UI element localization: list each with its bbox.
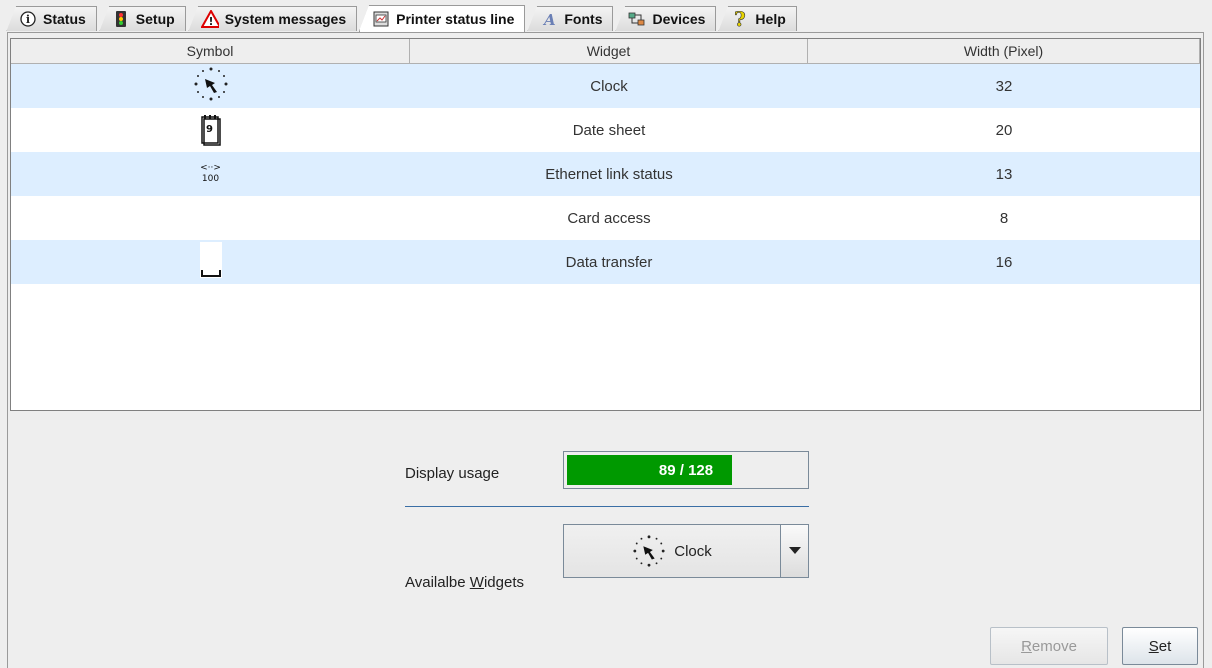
remove-button[interactable]: Remove [990, 627, 1108, 665]
ethernet-icon: <··> 100 [200, 163, 221, 185]
available-widgets-combobox[interactable]: Clock [563, 524, 809, 578]
date-sheet-day: 9 [206, 124, 213, 135]
set-label: et [1158, 637, 1172, 655]
width-cell: 32 [995, 77, 1013, 95]
width-cell: 20 [995, 121, 1013, 139]
label-prefix: Availalbe [405, 574, 470, 591]
printer-status-icon [372, 10, 390, 28]
font-icon: A [540, 10, 558, 28]
set-button[interactable]: Set [1122, 627, 1198, 665]
tab-label: Help [755, 11, 786, 27]
widget-name-cell: Clock [590, 77, 628, 95]
display-usage-text: 89 / 128 [658, 461, 714, 479]
tab-system-messages[interactable]: ! System messages [187, 6, 358, 32]
ethernet-speed: 100 [201, 174, 220, 184]
widget-name-cell: Data transfer [565, 253, 653, 271]
table-row[interactable]: Card access 8 [11, 196, 1200, 240]
label-mnemonic: W [469, 574, 484, 591]
combobox-selected-label: Clock [674, 542, 712, 560]
info-icon: i [19, 10, 37, 28]
symbol-cell [11, 196, 410, 240]
tab-label: Setup [135, 11, 175, 27]
table-header: Symbol Widget Width (Pixel) [11, 39, 1200, 64]
svg-text:i: i [26, 13, 30, 26]
chevron-down-icon [788, 543, 801, 559]
width-cell: 8 [999, 209, 1009, 227]
widget-name-cell: Ethernet link status [545, 165, 673, 183]
clock-icon [193, 66, 229, 106]
svg-text:!: ! [208, 15, 213, 28]
ethernet-arrows: <··> [200, 163, 221, 173]
tab-help[interactable]: ? Help [718, 6, 797, 32]
widget-table: Symbol Widget Width (Pixel) Clock 32 9 D… [10, 38, 1201, 411]
column-header-width[interactable]: Width (Pixel) [808, 39, 1200, 63]
tab-strip: i Status Setup ! System messages Printer… [0, 0, 1212, 32]
table-row[interactable]: 9 Date sheet 20 [11, 108, 1200, 152]
tab-label: Fonts [564, 11, 603, 27]
combobox-dropdown-button[interactable] [780, 525, 808, 577]
date-sheet-icon: 9 [200, 114, 221, 146]
widget-name-cell: Date sheet [572, 121, 646, 139]
tab-label: Status [43, 11, 86, 27]
help-icon: ? [731, 9, 749, 29]
tab-devices[interactable]: Devices [615, 6, 717, 32]
tab-status[interactable]: i Status [6, 6, 97, 32]
table-row[interactable]: <··> 100 Ethernet link status 13 [11, 152, 1200, 196]
tab-label: Printer status line [396, 11, 515, 27]
display-usage-label: Display usage [405, 465, 500, 482]
warning-icon: ! [200, 10, 219, 28]
combobox-selected-value: Clock [564, 525, 780, 577]
table-row[interactable]: Clock 32 [11, 64, 1200, 108]
remove-mnemonic: R [1021, 637, 1032, 655]
separator [405, 506, 809, 507]
tab-label: Devices [652, 11, 706, 27]
svg-text:A: A [542, 11, 556, 27]
column-header-widget[interactable]: Widget [410, 39, 808, 63]
table-row[interactable]: Data transfer 16 [11, 240, 1200, 284]
label-suffix: idgets [483, 574, 524, 591]
symbol-cell: <··> 100 [11, 152, 410, 196]
widget-name-cell: Card access [567, 209, 651, 227]
width-cell: 13 [995, 165, 1013, 183]
svg-text:?: ? [734, 9, 746, 29]
tab-printer-status-line[interactable]: Printer status line [359, 5, 526, 32]
remove-label: emove [1031, 637, 1077, 655]
available-widgets-label: Availalbe Widgets [405, 574, 524, 591]
symbol-cell [11, 64, 410, 108]
set-mnemonic: S [1148, 637, 1159, 655]
devices-icon [628, 10, 646, 28]
tab-label: System messages [224, 11, 347, 27]
clock-icon [632, 534, 666, 568]
symbol-cell [11, 240, 410, 284]
tab-list: i Status Setup ! System messages Printer… [6, 5, 799, 32]
column-header-symbol[interactable]: Symbol [11, 39, 410, 63]
symbol-cell: 9 [11, 108, 410, 152]
printer-status-line-panel: Symbol Widget Width (Pixel) Clock 32 9 D… [7, 32, 1204, 668]
tab-fonts[interactable]: A Fonts [527, 6, 614, 32]
data-transfer-icon [199, 242, 222, 282]
traffic-light-icon [112, 10, 130, 28]
display-usage-progress: 89 / 128 [563, 451, 809, 489]
width-cell: 16 [995, 253, 1013, 271]
tab-setup[interactable]: Setup [98, 6, 186, 32]
